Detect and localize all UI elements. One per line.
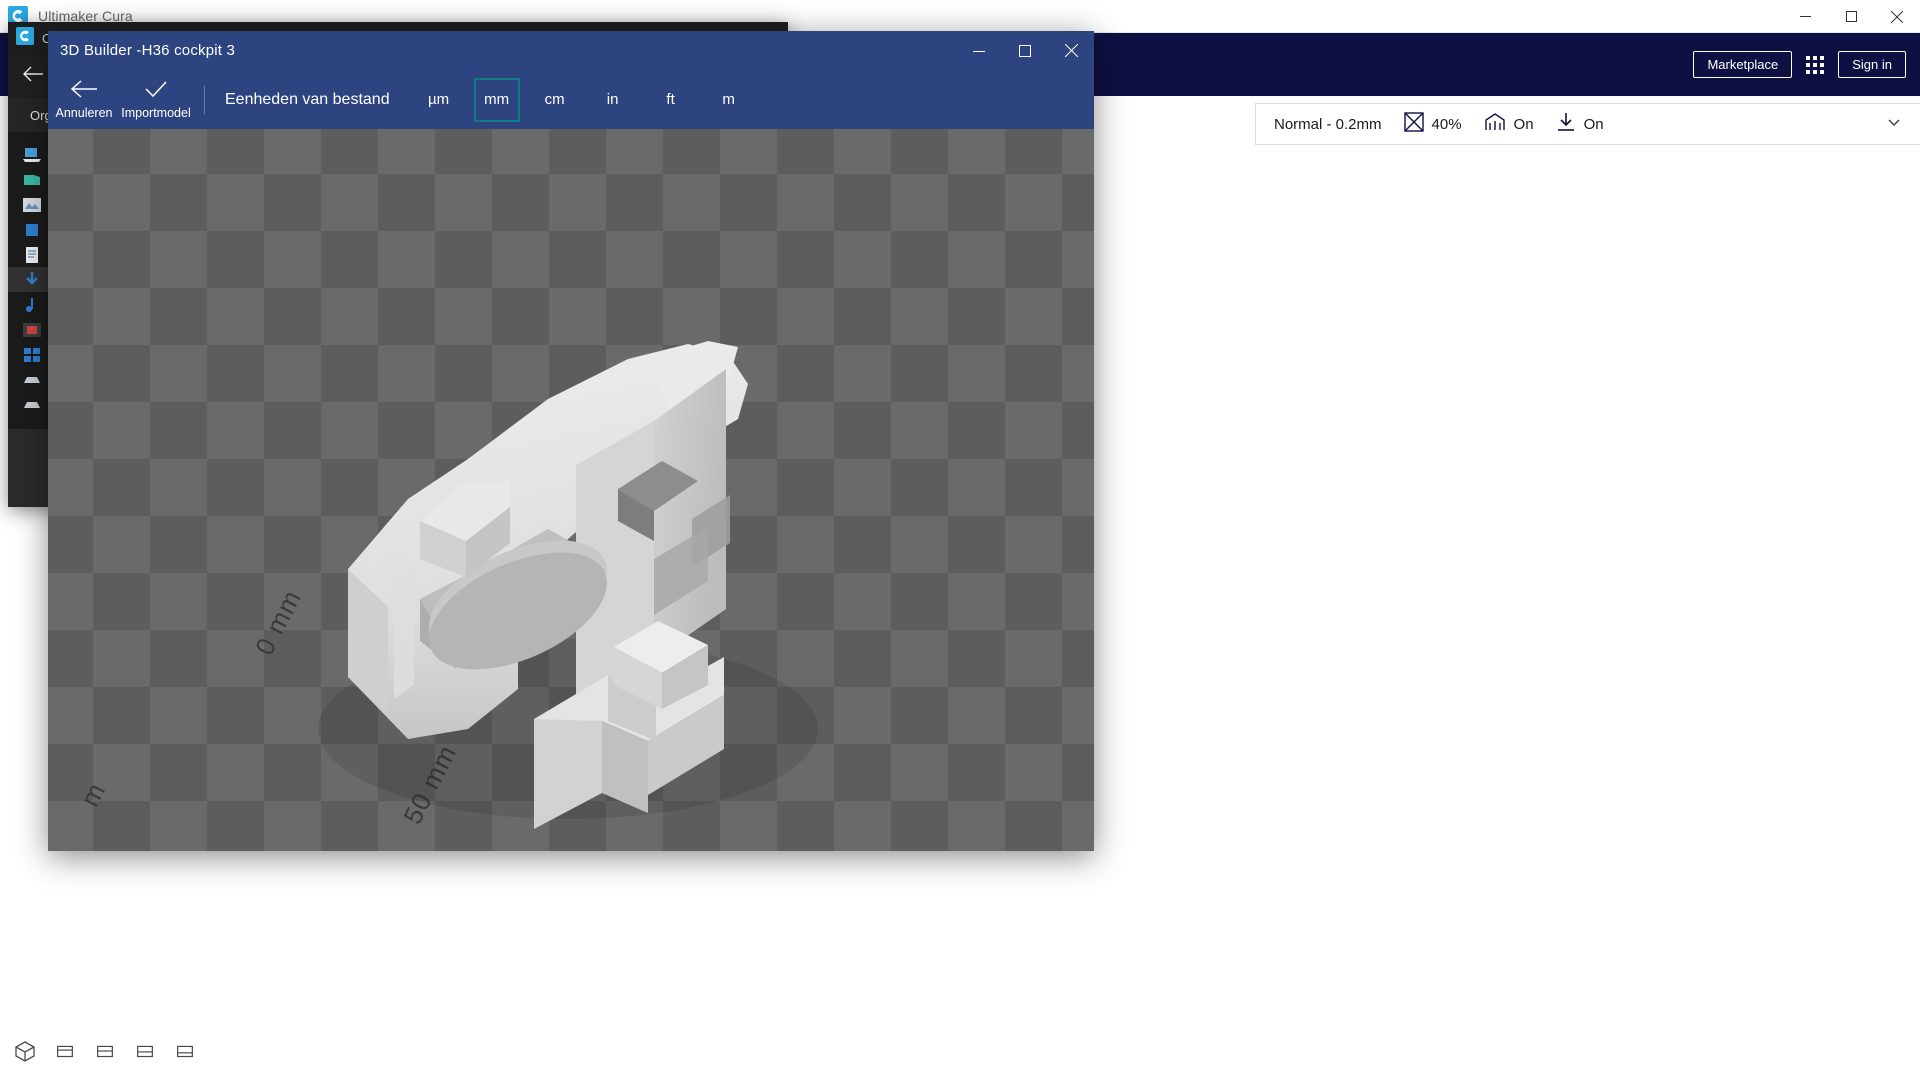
layers-icon[interactable] bbox=[170, 1036, 200, 1066]
cura-app-bar-actions: Marketplace Sign in bbox=[1693, 33, 1906, 96]
maximize-button[interactable] bbox=[1002, 31, 1048, 70]
unit-selector-group: µm mm cm in ft m bbox=[416, 78, 764, 122]
cura-logo-icon bbox=[16, 27, 34, 50]
toolbar-separator bbox=[204, 86, 205, 114]
builder-window-title: 3D Builder -H36 cockpit 3 bbox=[60, 42, 235, 59]
minimize-button[interactable] bbox=[1782, 0, 1828, 33]
cube-icon[interactable] bbox=[10, 1036, 40, 1066]
unit-inch[interactable]: in bbox=[590, 78, 636, 122]
cura-window-controls bbox=[1782, 0, 1920, 33]
arrow-left-icon bbox=[70, 79, 98, 104]
chevron-down-icon[interactable] bbox=[1886, 114, 1902, 135]
unit-millimeter[interactable]: mm bbox=[474, 78, 520, 122]
builder-titlebar: 3D Builder -H36 cockpit 3 bbox=[48, 31, 1094, 70]
marketplace-button[interactable]: Marketplace bbox=[1693, 51, 1792, 78]
close-button[interactable] bbox=[1874, 0, 1920, 33]
builder-window-controls bbox=[956, 31, 1094, 70]
import-model-label: Importmodel bbox=[121, 107, 190, 120]
arrow-left-icon[interactable] bbox=[22, 66, 44, 86]
builder-import-toolbar: Annuleren Importmodel Eenheden van besta… bbox=[48, 70, 1094, 129]
unit-foot[interactable]: ft bbox=[648, 78, 694, 122]
cura-view-toolbar bbox=[10, 1036, 200, 1066]
layers-icon[interactable] bbox=[50, 1036, 80, 1066]
unit-meter[interactable]: m bbox=[706, 78, 752, 122]
adhesion-icon bbox=[1556, 112, 1576, 137]
close-button[interactable] bbox=[1048, 31, 1094, 70]
adhesion-setting[interactable]: On bbox=[1556, 112, 1604, 137]
layers-icon[interactable] bbox=[90, 1036, 120, 1066]
minimize-button[interactable] bbox=[956, 31, 1002, 70]
units-of-file-label: Eenheden van bestand bbox=[225, 91, 390, 109]
imported-3d-model[interactable] bbox=[48, 129, 1094, 851]
checkmark-icon bbox=[142, 79, 170, 104]
cancel-label: Annuleren bbox=[56, 107, 113, 120]
sign-in-button[interactable]: Sign in bbox=[1838, 51, 1906, 78]
import-model-button[interactable]: Importmodel bbox=[120, 70, 192, 129]
maximize-button[interactable] bbox=[1828, 0, 1874, 33]
adhesion-value: On bbox=[1584, 116, 1604, 133]
3d-builder-window: 3D Builder -H36 cockpit 3 bbox=[48, 31, 1094, 851]
support-setting[interactable]: On bbox=[1484, 112, 1534, 137]
infill-value: 40% bbox=[1432, 116, 1462, 133]
screen-root: Ultimaker Cura Marketplace Sign in bbox=[0, 0, 1920, 1080]
cancel-button[interactable]: Annuleren bbox=[48, 70, 120, 129]
cura-print-settings-bar[interactable]: Normal - 0.2mm 40% On bbox=[1255, 103, 1920, 145]
infill-icon bbox=[1404, 112, 1424, 137]
apps-grid-icon[interactable] bbox=[1806, 56, 1824, 74]
print-profile-label: Normal - 0.2mm bbox=[1274, 116, 1382, 133]
support-value: On bbox=[1514, 116, 1534, 133]
unit-centimeter[interactable]: cm bbox=[532, 78, 578, 122]
infill-setting[interactable]: 40% bbox=[1404, 112, 1462, 137]
support-icon bbox=[1484, 112, 1506, 137]
builder-3d-viewport[interactable]: m 0 mm 50 mm bbox=[48, 129, 1094, 851]
layers-icon[interactable] bbox=[130, 1036, 160, 1066]
unit-micrometer[interactable]: µm bbox=[416, 78, 462, 122]
